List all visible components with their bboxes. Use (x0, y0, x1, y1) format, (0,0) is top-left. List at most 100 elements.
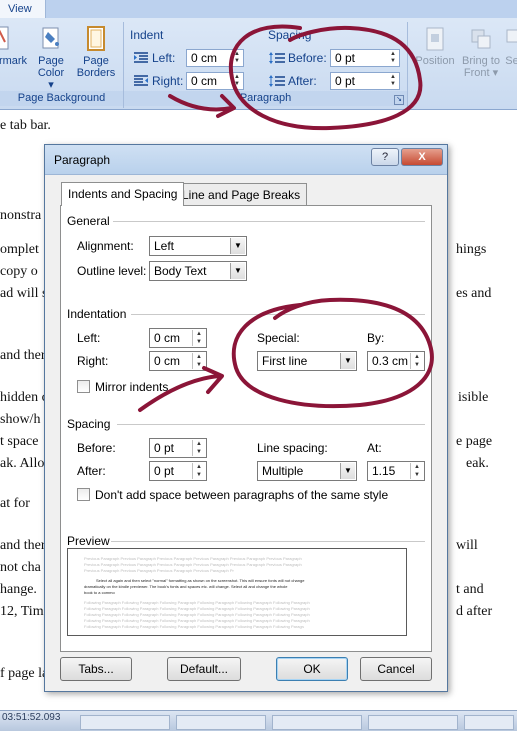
tab-indents-and-spacing[interactable]: Indents and Spacing (61, 182, 185, 206)
spacing-after-value: 0 pt (335, 74, 356, 88)
indent-left-icon (134, 52, 148, 63)
indent-right-spinner[interactable]: ▲ ▼ (232, 74, 242, 88)
doc-line: 12, Tim (0, 604, 44, 619)
status-timestamp: 03:51:52.093 (2, 712, 61, 723)
close-button[interactable]: X (401, 148, 443, 166)
special-select[interactable]: First line ▼ (257, 351, 357, 371)
spacing-after-label: After: (77, 464, 106, 478)
tabs-button[interactable]: Tabs... (60, 657, 132, 681)
dont-add-space-checkbox[interactable] (77, 488, 90, 501)
ribbon-tab-strip (46, 0, 517, 18)
dont-add-space-label: Don't add space between paragraphs of th… (95, 488, 389, 502)
outline-level-label: Outline level: (77, 264, 147, 278)
doc-line: es and (456, 286, 492, 301)
doc-line: f page la (0, 666, 49, 681)
line-spacing-value: Multiple (262, 464, 304, 478)
line-spacing-select[interactable]: Multiple ▼ (257, 461, 357, 481)
at-spinbox[interactable]: 1.15 ▲ ▼ (367, 461, 425, 481)
by-spinbox[interactable]: 0.3 cm ▲ ▼ (367, 351, 425, 371)
cancel-button[interactable]: Cancel (360, 657, 432, 681)
taskbar-item[interactable] (176, 715, 266, 730)
doc-line: eak. (466, 456, 489, 471)
taskbar-item[interactable] (272, 715, 362, 730)
watermark-button[interactable]: rmark (0, 26, 30, 67)
indent-right-label: Right: (77, 354, 109, 368)
doc-line: at for (0, 496, 30, 511)
spin-arrows-icon[interactable]: ▲ ▼ (192, 463, 205, 479)
position-label: Position (415, 55, 455, 67)
preview-sample-text: dramatically on the kindle previewer. Th… (84, 585, 288, 589)
indent-left-spinbox[interactable]: 0 cm ▲ ▼ (149, 328, 207, 348)
taskbar-item[interactable] (368, 715, 458, 730)
page-color-line1: Page (38, 55, 64, 67)
mirror-indents-label: Mirror indents (95, 380, 169, 394)
outline-level-select[interactable]: Body Text ▼ (149, 261, 247, 281)
indent-right-input[interactable]: 0 cm ▲ ▼ (186, 72, 244, 90)
spacing-after-spinbox[interactable]: 0 pt ▲ ▼ (149, 461, 207, 481)
default-button[interactable]: Default... (167, 657, 241, 681)
ok-button[interactable]: OK (276, 657, 348, 681)
spacing-divider (117, 424, 425, 425)
help-button[interactable]: ? (371, 148, 399, 166)
indent-left-input[interactable]: 0 cm ▲ ▼ (186, 49, 244, 67)
indent-left-value: 0 cm (191, 51, 218, 65)
dialog-titlebar[interactable]: Paragraph ? X (45, 145, 447, 175)
at-value: 1.15 (372, 464, 396, 478)
chevron-down-icon[interactable]: ▼ (230, 238, 245, 254)
spin-arrows-icon[interactable]: ▲ ▼ (192, 330, 205, 346)
bring-to-front-button[interactable]: Bring to Front ▾ (458, 26, 504, 79)
doc-line: t and (456, 582, 484, 597)
general-divider (113, 221, 425, 222)
doc-line: copy o (0, 264, 38, 279)
spacing-before-value: 0 pt (335, 51, 356, 65)
alignment-select[interactable]: Left ▼ (149, 236, 247, 256)
spin-arrows-icon[interactable]: ▲ ▼ (410, 463, 423, 479)
taskbar-item[interactable] (80, 715, 170, 730)
indentation-section-title: Indentation (67, 307, 127, 321)
page-borders-button[interactable]: Page Borders (74, 26, 118, 79)
doc-line: isible (458, 390, 489, 405)
alignment-value: Left (154, 239, 175, 253)
watermark-icon (0, 26, 9, 50)
chevron-down-icon[interactable]: ▼ (340, 463, 355, 479)
indentation-divider (131, 314, 425, 315)
chevron-down-icon[interactable]: ▼ (340, 353, 355, 369)
mirror-indents-checkbox[interactable] (77, 380, 90, 393)
watermark-label: rmark (0, 55, 28, 67)
bring-to-front-line1: Bring to (462, 55, 500, 67)
tab-line-and-page-breaks[interactable]: Line and Page Breaks (175, 183, 308, 205)
doc-line: and ther (0, 348, 46, 363)
spin-arrows-icon[interactable]: ▲ ▼ (192, 440, 205, 456)
ribbon-tab-view[interactable]: View (0, 0, 46, 18)
paragraph-group-label: Paragraph (124, 91, 407, 106)
send-backward-button[interactable]: Se (505, 26, 517, 67)
spacing-before-spinner[interactable]: ▲ ▼ (388, 51, 398, 65)
doc-line: ak. Allo (0, 456, 45, 471)
indent-left-spinner[interactable]: ▲ ▼ (232, 51, 242, 65)
at-label: At: (367, 441, 382, 455)
taskbar-item[interactable] (464, 715, 514, 730)
indent-right-spinbox[interactable]: 0 cm ▲ ▼ (149, 351, 207, 371)
doc-line: will (456, 538, 478, 553)
doc-line: nonstra (0, 208, 42, 223)
dialog-title: Paragraph (54, 153, 111, 167)
spin-arrows-icon[interactable]: ▲ ▼ (410, 353, 423, 369)
page-color-button[interactable]: Page Color ▾ (34, 26, 68, 91)
page-borders-icon (87, 26, 105, 51)
preview-previous-paragraph: Previous Paragraph Previous Paragraph Pr… (84, 563, 302, 567)
spacing-after-input[interactable]: 0 pt ▲ ▼ (330, 72, 400, 90)
preview-sample-text: Select all again and then select "normal… (96, 579, 305, 583)
paragraph-dialog-launcher-icon[interactable]: ↘ (394, 95, 404, 105)
outline-level-value: Body Text (154, 264, 207, 278)
spacing-before-input[interactable]: 0 pt ▲ ▼ (330, 49, 400, 67)
paragraph-group: Indent Left: 0 cm ▲ ▼ Right: 0 cm ▲ ▼ Spac… (124, 22, 408, 108)
spin-arrows-icon[interactable]: ▲ ▼ (192, 353, 205, 369)
send-backward-icon (506, 29, 517, 43)
position-button[interactable]: Position (412, 26, 458, 67)
spacing-before-spinbox[interactable]: 0 pt ▲ ▼ (149, 438, 207, 458)
chevron-down-icon[interactable]: ▼ (230, 263, 245, 279)
spacing-after-spinner[interactable]: ▲ ▼ (388, 74, 398, 88)
preview-following-paragraph: Following Paragraph Following Paragraph … (84, 607, 310, 611)
indent-right-label: Right: (152, 74, 184, 88)
by-label: By: (367, 331, 385, 345)
